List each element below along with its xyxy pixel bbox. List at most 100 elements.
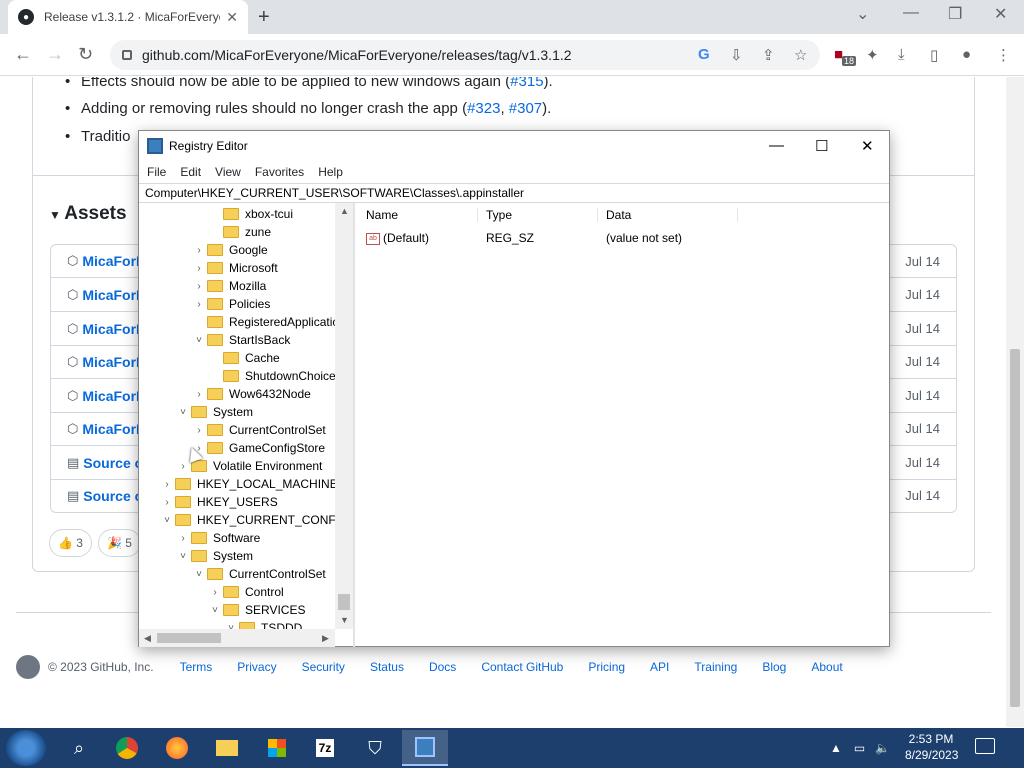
- tree-node[interactable]: › Policies: [191, 295, 270, 313]
- chevron-down-icon[interactable]: ˅: [175, 407, 191, 418]
- column-type[interactable]: Type: [478, 208, 598, 222]
- close-tab-icon[interactable]: ✕: [226, 9, 238, 26]
- asset-name[interactable]: Source c: [83, 488, 142, 504]
- scroll-up-icon[interactable]: ▲: [340, 206, 349, 216]
- bookmark-star-icon[interactable]: ☆: [794, 46, 807, 64]
- page-scrollbar[interactable]: [1006, 77, 1024, 727]
- install-app-icon[interactable]: ⇩: [730, 46, 743, 64]
- minimize-icon[interactable]: —: [903, 4, 919, 22]
- asset-name[interactable]: Source c: [83, 455, 142, 471]
- back-arrow-icon[interactable]: ←: [14, 44, 32, 65]
- menu-file[interactable]: File: [147, 165, 166, 179]
- footer-link-training[interactable]: Training: [694, 660, 737, 674]
- notification-center-icon[interactable]: [975, 738, 995, 754]
- chevron-down-icon[interactable]: ˅: [207, 605, 223, 616]
- tree-node[interactable]: RegisteredApplicatic: [191, 313, 338, 331]
- scroll-left-icon[interactable]: ◀: [144, 633, 151, 644]
- footer-link-privacy[interactable]: Privacy: [237, 660, 276, 674]
- browser-tab[interactable]: ● Release v1.3.1.2 · MicaForEveryone ✕: [8, 0, 248, 34]
- tree-node[interactable]: › Software: [175, 529, 260, 547]
- asset-name[interactable]: MicaForE: [82, 287, 145, 303]
- 7zip-icon[interactable]: 7z: [302, 730, 348, 766]
- github-logo-icon[interactable]: [16, 655, 40, 679]
- tree-node[interactable]: ˅ HKEY_CURRENT_CONFIG: [159, 511, 348, 529]
- menu-view[interactable]: View: [215, 165, 241, 179]
- store-icon[interactable]: [254, 730, 300, 766]
- search-icon[interactable]: ⌕: [56, 730, 102, 766]
- reaction-tada[interactable]: 🎉 5: [98, 529, 141, 557]
- show-hidden-icons-icon[interactable]: ▲: [830, 741, 842, 755]
- menu-edit[interactable]: Edit: [180, 165, 201, 179]
- regedit-close-icon[interactable]: ✕: [861, 137, 874, 155]
- taskbar-clock[interactable]: 2:53 PM 8/29/2023: [905, 731, 958, 763]
- tree-node[interactable]: xbox-tcui: [207, 205, 293, 223]
- chevron-right-icon[interactable]: ›: [191, 281, 207, 292]
- tree-node[interactable]: › GameConfigStore: [191, 439, 325, 457]
- tree-node[interactable]: › CurrentControlSet: [191, 421, 325, 439]
- menu-favorites[interactable]: Favorites: [255, 165, 304, 179]
- tree-node[interactable]: ˅ System: [175, 403, 253, 421]
- restore-icon[interactable]: ❐: [948, 4, 962, 24]
- network-icon[interactable]: ▭: [854, 741, 865, 755]
- regedit-address-bar[interactable]: Computer\HKEY_CURRENT_USER\SOFTWARE\Clas…: [139, 183, 889, 203]
- chevron-right-icon[interactable]: ›: [191, 263, 207, 274]
- extensions-puzzle-icon[interactable]: ✦: [866, 46, 879, 64]
- issue-link[interactable]: #307: [509, 100, 542, 117]
- chevron-right-icon[interactable]: ›: [159, 497, 175, 508]
- regedit-icon[interactable]: [402, 730, 448, 766]
- chevron-down-icon[interactable]: ˅: [191, 335, 207, 346]
- regedit-minimize-icon[interactable]: —: [769, 137, 784, 154]
- security-icon[interactable]: ⛉: [352, 730, 398, 766]
- footer-link-status[interactable]: Status: [370, 660, 404, 674]
- column-name[interactable]: Name: [358, 208, 478, 222]
- tree-node[interactable]: › Wow6432Node: [191, 385, 311, 403]
- volume-icon[interactable]: 🔈: [875, 741, 890, 755]
- chevron-right-icon[interactable]: ›: [159, 479, 175, 490]
- reload-icon[interactable]: ↻: [78, 44, 93, 65]
- tree-node[interactable]: › HKEY_USERS: [159, 493, 277, 511]
- tree-node[interactable]: › Microsoft: [191, 259, 277, 277]
- issue-link[interactable]: #323: [467, 100, 500, 117]
- firefox-icon[interactable]: [154, 730, 200, 766]
- tree-vertical-thumb[interactable]: [338, 594, 350, 610]
- close-window-icon[interactable]: ✕: [994, 4, 1007, 24]
- regedit-maximize-icon[interactable]: ☐: [815, 137, 828, 155]
- scroll-right-icon[interactable]: ▶: [322, 633, 329, 644]
- asset-name[interactable]: MicaForE: [82, 388, 145, 404]
- chevron-right-icon[interactable]: ›: [191, 299, 207, 310]
- asset-name[interactable]: MicaForE: [82, 354, 145, 370]
- address-bar[interactable]: github.com/MicaForEveryone/MicaForEveryo…: [110, 40, 820, 70]
- tree-node[interactable]: zune: [207, 223, 271, 241]
- footer-link-api[interactable]: API: [650, 660, 669, 674]
- footer-link-terms[interactable]: Terms: [180, 660, 213, 674]
- tab-search-icon[interactable]: ⌄: [856, 4, 869, 24]
- chevron-right-icon[interactable]: ›: [207, 587, 223, 598]
- tree-node[interactable]: ˅ StartIsBack: [191, 331, 290, 349]
- tree-node[interactable]: › HKEY_LOCAL_MACHINE: [159, 475, 337, 493]
- tree-node[interactable]: ShutdownChoice: [207, 367, 336, 385]
- footer-link-blog[interactable]: Blog: [762, 660, 786, 674]
- side-panel-icon[interactable]: ▯: [930, 46, 938, 64]
- chevron-right-icon[interactable]: ›: [175, 533, 191, 544]
- tree-node[interactable]: › Control: [207, 583, 283, 601]
- tree-node[interactable]: ˅ SERVICES: [207, 601, 305, 619]
- tree-vertical-scrollbar[interactable]: ▲ ▼: [335, 203, 353, 629]
- footer-link-security[interactable]: Security: [302, 660, 345, 674]
- download-icon[interactable]: ⤓: [898, 46, 905, 63]
- column-data[interactable]: Data: [598, 208, 738, 222]
- reaction-thumbs-up[interactable]: 👍 3: [49, 529, 92, 557]
- chevron-right-icon[interactable]: ›: [191, 389, 207, 400]
- new-tab-icon[interactable]: +: [258, 6, 270, 29]
- tree-node[interactable]: › Google: [191, 241, 267, 259]
- profile-avatar-icon[interactable]: ●: [962, 46, 971, 63]
- footer-link-contact[interactable]: Contact GitHub: [481, 660, 563, 674]
- chevron-right-icon[interactable]: ›: [191, 425, 207, 436]
- chrome-icon[interactable]: [104, 730, 150, 766]
- menu-help[interactable]: Help: [318, 165, 343, 179]
- asset-name[interactable]: MicaForE: [82, 321, 145, 337]
- chevron-down-icon[interactable]: ˅: [175, 551, 191, 562]
- footer-link-docs[interactable]: Docs: [429, 660, 456, 674]
- tree-node[interactable]: Cache: [207, 349, 280, 367]
- chevron-down-icon[interactable]: ˅: [191, 569, 207, 580]
- explorer-icon[interactable]: [204, 730, 250, 766]
